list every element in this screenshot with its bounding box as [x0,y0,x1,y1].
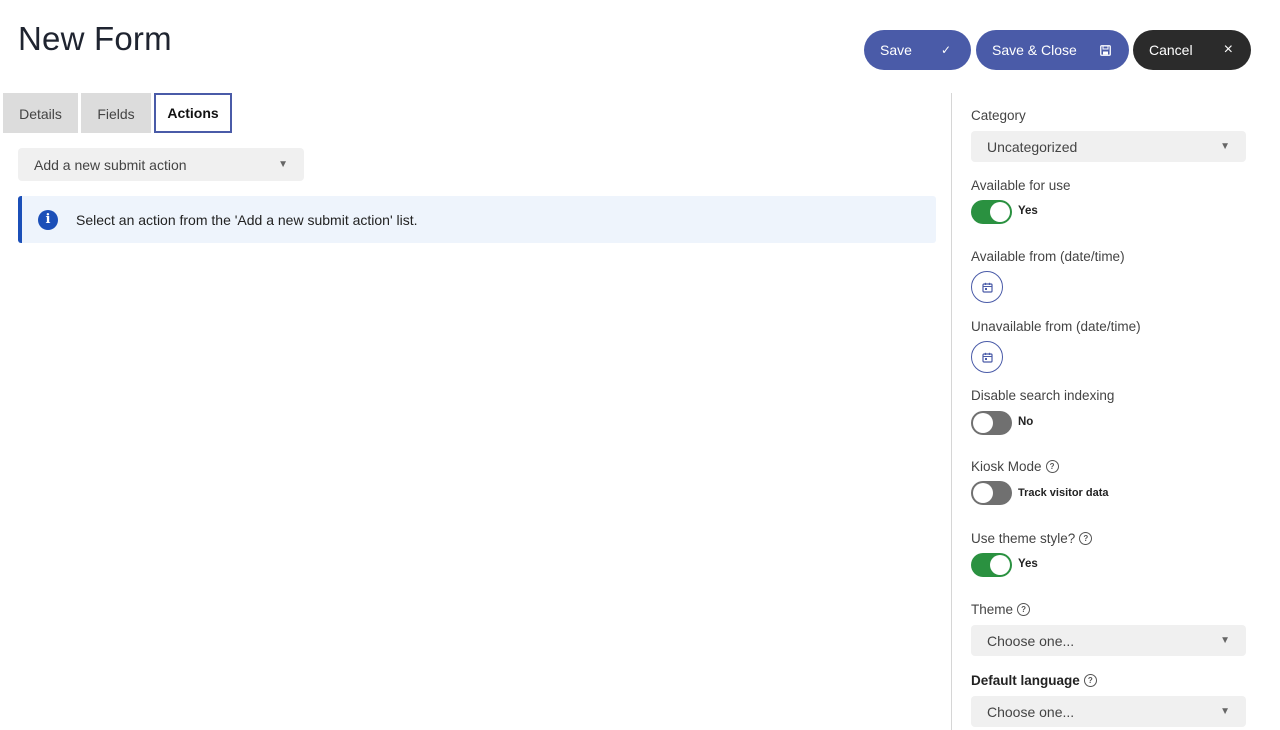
kiosk-mode-label-text: Kiosk Mode [971,459,1042,474]
floppy-disk-icon [1100,44,1111,56]
help-icon[interactable]: ? [1045,460,1059,473]
sidebar-divider [951,93,952,730]
tab-fields[interactable]: Fields [81,93,151,133]
cancel-button-label: Cancel [1149,42,1193,58]
save-and-close-label: Save & Close [992,42,1077,58]
submit-action-select[interactable]: Add a new submit action ▼ [18,148,304,181]
close-icon: × [1223,41,1233,58]
help-icon[interactable]: ? [1017,603,1031,616]
save-button[interactable]: Save ✓ [864,30,971,70]
default-language-label: Default language ? [971,673,1097,688]
disable-search-indexing-toggle[interactable] [971,411,1012,435]
check-icon: ✓ [940,43,951,57]
default-language-select[interactable]: Choose one... ▼ [971,696,1246,727]
category-label: Category [971,108,1026,123]
available-from-label: Available from (date/time) [971,249,1125,264]
unavailable-from-label: Unavailable from (date/time) [971,319,1141,334]
use-theme-style-value: Yes [1018,558,1038,570]
category-select-value: Uncategorized [987,138,1078,155]
toggle-knob [973,483,993,503]
kiosk-mode-value: Track visitor data [1018,487,1109,499]
theme-label-text: Theme [971,602,1014,617]
use-theme-style-label-text: Use theme style? [971,531,1076,546]
use-theme-style-toggle[interactable] [971,553,1012,577]
disable-search-indexing-label: Disable search indexing [971,388,1115,403]
category-select[interactable]: Uncategorized ▼ [971,131,1246,162]
calendar-icon [981,282,993,293]
unavailable-from-calendar-button[interactable] [971,341,1003,373]
info-icon: i [38,209,58,230]
default-language-select-value: Choose one... [987,703,1075,720]
available-for-use-value: Yes [1018,205,1038,217]
toggle-knob [990,202,1010,222]
submit-action-select-value: Add a new submit action [34,156,187,173]
toggle-knob [990,555,1010,575]
cancel-button[interactable]: Cancel × [1133,30,1251,70]
calendar-icon [981,352,993,363]
available-for-use-label: Available for use [971,178,1071,193]
toggle-knob [973,413,993,433]
chevron-down-icon: ▼ [1220,141,1230,152]
available-for-use-toggle[interactable] [971,200,1012,224]
theme-select[interactable]: Choose one... ▼ [971,625,1246,656]
chevron-down-icon: ▼ [1220,635,1230,646]
chevron-down-icon: ▼ [1220,706,1230,717]
info-alert: i Select an action from the 'Add a new s… [18,196,936,243]
form-tabs: Details Fields Actions [3,93,232,133]
available-from-calendar-button[interactable] [971,271,1003,303]
kiosk-mode-toggle[interactable] [971,481,1012,505]
default-language-label-text: Default language [971,673,1080,688]
help-icon[interactable]: ? [1083,674,1097,687]
tab-details[interactable]: Details [3,93,78,133]
save-and-close-button[interactable]: Save & Close [976,30,1129,70]
tab-actions[interactable]: Actions [154,93,232,133]
kiosk-mode-label: Kiosk Mode ? [971,459,1059,474]
save-button-label: Save [880,42,912,58]
theme-select-value: Choose one... [987,632,1075,649]
chevron-down-icon: ▼ [278,159,288,170]
disable-search-indexing-value: No [1018,416,1034,428]
theme-label: Theme ? [971,602,1031,617]
help-icon[interactable]: ? [1079,532,1093,545]
alert-message: Select an action from the 'Add a new sub… [76,211,418,228]
page-title: New Form [18,20,172,57]
use-theme-style-label: Use theme style? ? [971,531,1093,546]
